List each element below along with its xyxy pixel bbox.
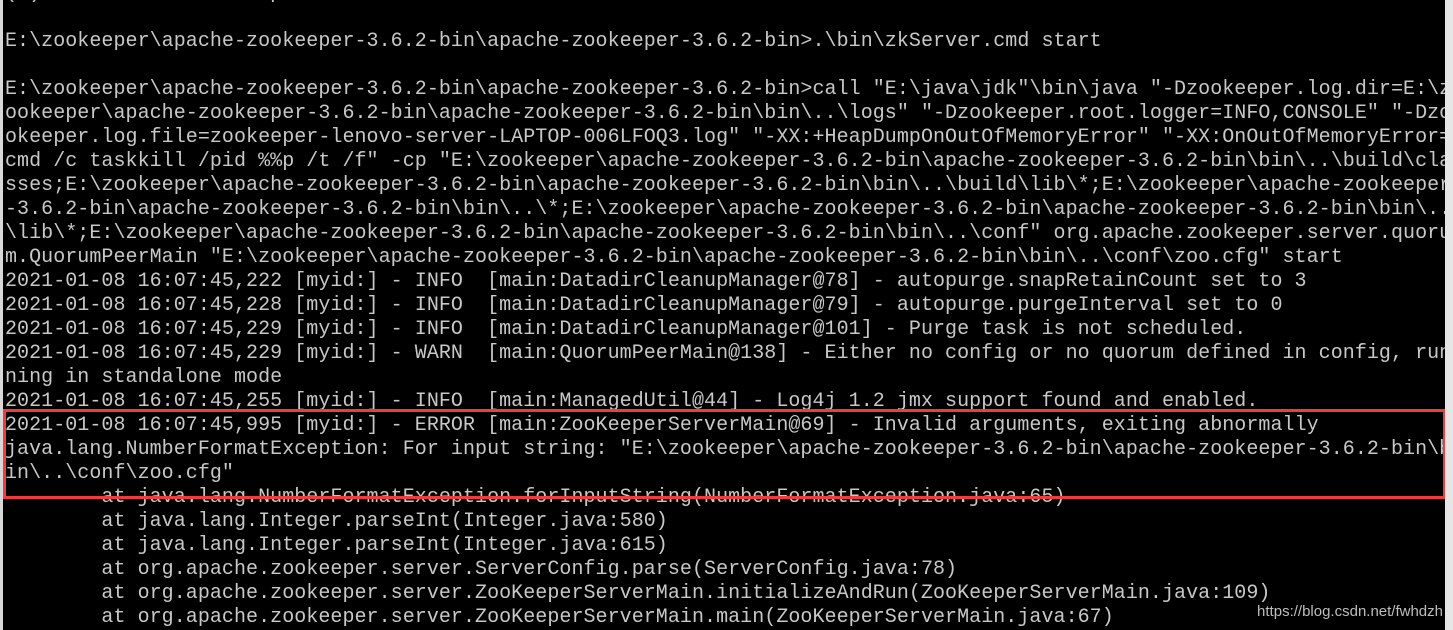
console-line: 2021-01-08 16:07:45,229 [myid:] - INFO [… — [5, 318, 1247, 341]
console-line: ookeeper\apache-zookeeper-3.6.2-bin\apac… — [5, 102, 1452, 125]
error-highlight-box — [3, 409, 1446, 499]
console-line: 2021-01-08 16:07:45,228 [myid:] - INFO [… — [5, 294, 1283, 317]
console-line: \lib\*;E:\zookeeper\apache-zookeeper-3.6… — [5, 222, 1452, 245]
console-line: -3.6.2-bin\apache-zookeeper-3.6.2-bin\bi… — [5, 198, 1452, 221]
watermark: https://blog.csdn.net/fwhdzh — [1257, 603, 1443, 620]
console-line: E:\zookeeper\apache-zookeeper-3.6.2-bin\… — [5, 78, 1452, 101]
console-line: cmd /c taskkill /pid %%p /t /f" -cp "E:\… — [5, 150, 1452, 173]
console-line: at org.apache.zookeeper.server.ZooKeeper… — [5, 606, 1114, 629]
console-line: ning in standalone mode — [5, 366, 283, 389]
console-line: sses;E:\zookeeper\apache-zookeeper-3.6.2… — [5, 174, 1452, 197]
console-line: at org.apache.zookeeper.server.ZooKeeper… — [5, 582, 1271, 605]
console-line: at java.lang.Integer.parseInt(Integer.ja… — [5, 510, 668, 533]
console-line: okeeper.log.file=zookeeper-lenovo-server… — [5, 126, 1452, 149]
console-line: 2021-01-08 16:07:45,229 [myid:] - WARN [… — [5, 342, 1452, 365]
console-line: m.QuorumPeerMain "E:\zookeeper\apache-zo… — [5, 246, 1343, 269]
window-edge-left — [0, 0, 3, 630]
console-line: E:\zookeeper\apache-zookeeper-3.6.2-bin\… — [5, 30, 1102, 53]
console-output[interactable]: (c) 2020 Microsoft Corporation。保留所有权利。E:… — [5, 0, 1452, 630]
console-line: at org.apache.zookeeper.server.ServerCon… — [5, 558, 958, 581]
console-line: 2021-01-08 16:07:45,222 [myid:] - INFO [… — [5, 270, 1307, 293]
console-line: at java.lang.Integer.parseInt(Integer.ja… — [5, 534, 668, 557]
scrollbar[interactable] — [1445, 0, 1453, 630]
